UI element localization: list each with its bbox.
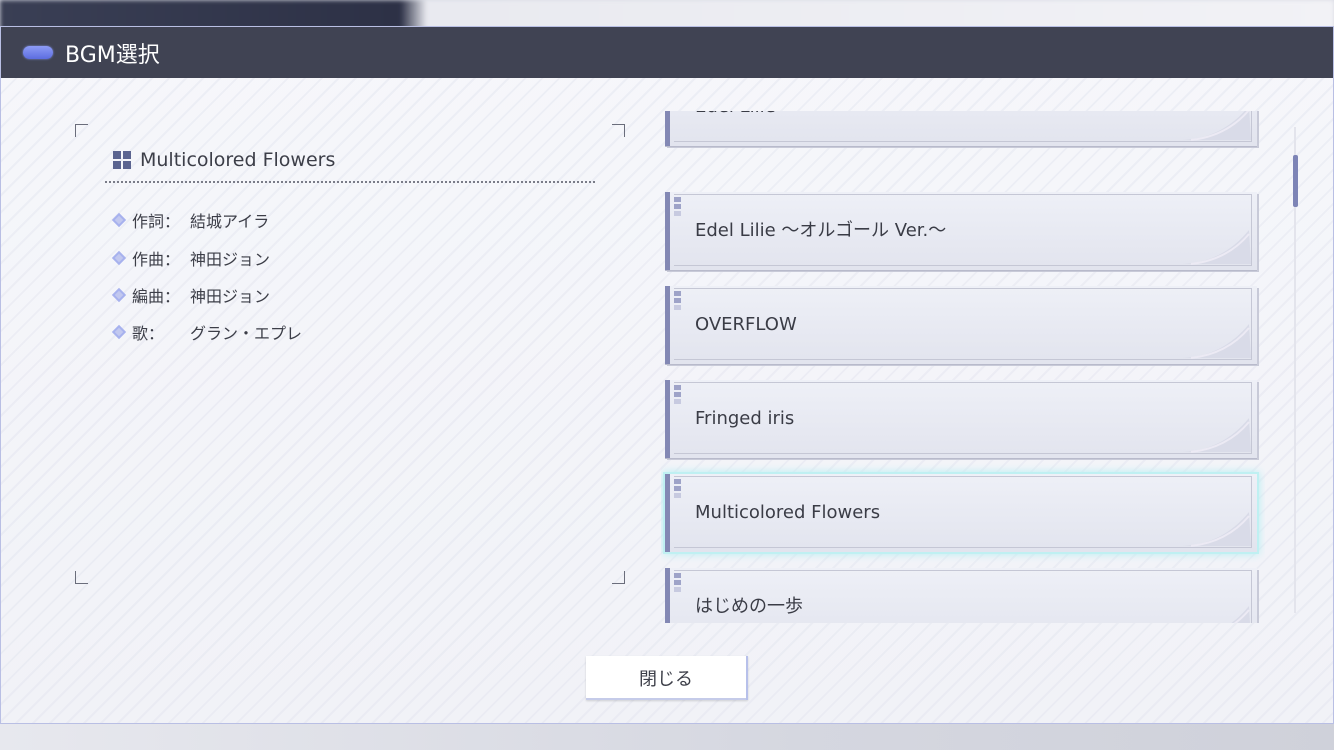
info-value: グラン・エプレ — [190, 324, 303, 343]
drag-handle-icon — [674, 385, 681, 405]
info-value: 神田ジョン — [190, 250, 271, 269]
song-title-row: Multicolored Flowers — [113, 149, 335, 171]
diamond-icon — [111, 250, 127, 266]
bgm-select-dialog: BGM選択 Multicolored Flowers 作詞： 結城アイラ 作曲：… — [0, 26, 1334, 724]
song-title: Multicolored Flowers — [140, 149, 336, 171]
info-row-arranger: 編曲： 神田ジョン — [111, 283, 270, 307]
bgm-list-item[interactable]: Fringed iris — [665, 380, 1257, 458]
close-button[interactable]: 閉じる — [586, 656, 748, 700]
frame-corner-bottom-right — [612, 571, 625, 584]
bgm-item-label: Fringed iris — [695, 408, 795, 429]
diamond-icon — [111, 212, 127, 228]
bgm-list-item[interactable]: OVERFLOW — [665, 286, 1257, 364]
frame-corner-top-right — [612, 124, 625, 137]
bgm-list[interactable]: Edel Lilie Edel Lilie 〜オルゴール Ver.〜 OVERF… — [661, 111, 1265, 623]
diamond-icon — [111, 324, 127, 340]
dialog-title: BGM選択 — [65, 42, 160, 68]
info-value: 神田ジョン — [190, 287, 271, 306]
info-label: 歌： — [132, 324, 165, 343]
bgm-item-label: Multicolored Flowers — [695, 502, 881, 523]
bgm-item-label: Edel Lilie — [695, 111, 776, 146]
bgm-item-label: Edel Lilie 〜オルゴール Ver.〜 — [695, 220, 947, 241]
info-label: 作詞： — [132, 212, 181, 231]
info-label: 編曲： — [132, 287, 181, 306]
swoosh-decoration-icon — [1183, 324, 1251, 359]
bgm-list-item[interactable]: Edel Lilie — [665, 111, 1257, 146]
swoosh-decoration-icon — [1183, 512, 1251, 547]
bgm-list-item-selected[interactable]: Multicolored Flowers — [665, 474, 1257, 552]
bgm-item-label: はじめの一歩 — [695, 596, 803, 617]
background-bottom — [0, 722, 1334, 750]
drag-handle-icon — [674, 197, 681, 217]
scrollbar-thumb[interactable] — [1293, 155, 1298, 207]
info-row-composer: 作曲： 神田ジョン — [111, 246, 270, 270]
divider — [105, 181, 595, 183]
frame-corner-bottom-left — [75, 571, 88, 584]
swoosh-decoration-icon — [1183, 418, 1251, 453]
drag-handle-icon — [674, 573, 681, 593]
swoosh-decoration-icon — [1183, 111, 1251, 141]
bgm-list-item[interactable]: はじめの一歩 — [665, 568, 1257, 623]
drag-handle-icon — [674, 479, 681, 499]
info-value: 結城アイラ — [190, 212, 270, 231]
bgm-list-item[interactable]: Edel Lilie 〜オルゴール Ver.〜 — [665, 192, 1257, 270]
frame-corner-top-left — [75, 124, 88, 137]
info-row-lyrics: 作詞： 結城アイラ — [111, 208, 269, 232]
swoosh-decoration-icon — [1231, 606, 1250, 623]
pill-icon — [23, 46, 53, 59]
bgm-item-label: OVERFLOW — [695, 314, 797, 335]
drag-handle-icon — [674, 291, 681, 311]
grid-icon — [113, 151, 131, 169]
info-row-singer: 歌： グラン・エプレ — [111, 320, 302, 344]
dialog-titlebar: BGM選択 — [1, 27, 1333, 78]
info-label: 作曲： — [132, 250, 181, 269]
diamond-icon — [111, 287, 127, 303]
swoosh-decoration-icon — [1183, 230, 1251, 265]
